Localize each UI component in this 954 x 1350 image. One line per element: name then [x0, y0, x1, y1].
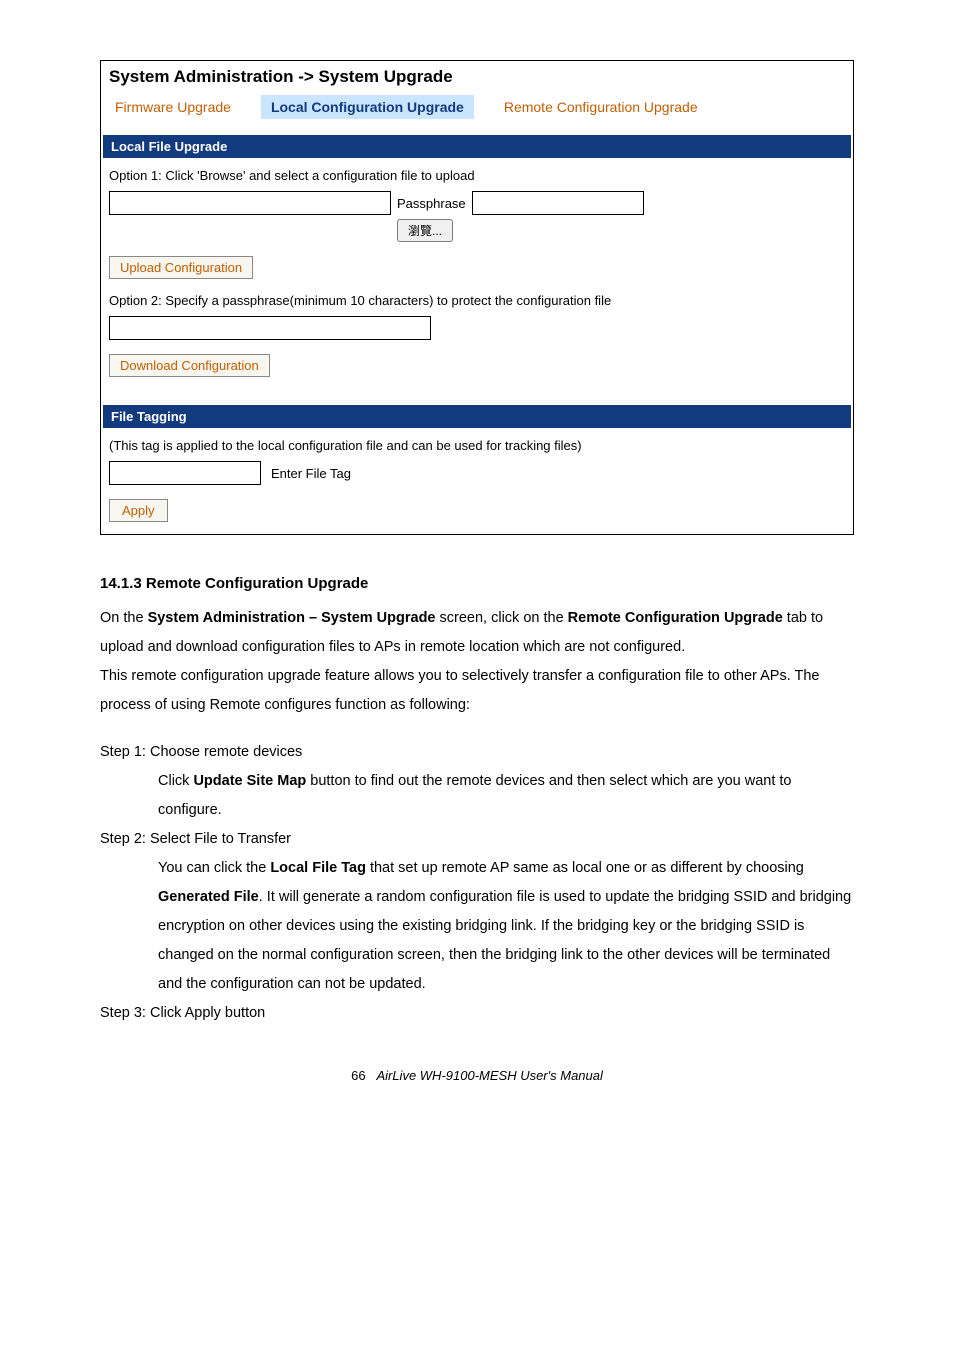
- para-1: On the System Administration – System Up…: [100, 604, 854, 662]
- upload-configuration-button[interactable]: Upload Configuration: [109, 256, 253, 279]
- tab-firmware[interactable]: Firmware Upgrade: [109, 95, 237, 119]
- file-tag-input[interactable]: [109, 461, 261, 485]
- browse-button[interactable]: 瀏覽...: [397, 219, 453, 242]
- system-upgrade-panel: System Administration -> System Upgrade …: [100, 60, 854, 535]
- tabs-row: Firmware Upgrade Local Configuration Upg…: [101, 95, 853, 127]
- passphrase-label: Passphrase: [397, 196, 466, 211]
- download-configuration-button[interactable]: Download Configuration: [109, 354, 270, 377]
- page-number: 66: [351, 1068, 365, 1083]
- tab-local-config[interactable]: Local Configuration Upgrade: [261, 95, 474, 119]
- step3-header: Step 3: Click Apply button: [100, 999, 854, 1028]
- tab-remote-config[interactable]: Remote Configuration Upgrade: [498, 95, 704, 119]
- section-file-tagging-body: (This tag is applied to the local config…: [101, 428, 853, 534]
- para-2: This remote configuration upgrade featur…: [100, 662, 854, 720]
- option2-text: Option 2: Specify a passphrase(minimum 1…: [109, 293, 845, 308]
- section-file-tagging-header: File Tagging: [103, 405, 851, 428]
- section-local-file-upgrade-body: Option 1: Click 'Browse' and select a co…: [101, 158, 853, 389]
- step1-body: Click Update Site Map button to find out…: [100, 767, 854, 825]
- option2-passphrase-input[interactable]: [109, 316, 431, 340]
- step1-header: Step 1: Choose remote devices: [100, 738, 854, 767]
- option1-text: Option 1: Click 'Browse' and select a co…: [109, 168, 845, 183]
- section-heading: 14.1.3 Remote Configuration Upgrade: [100, 575, 854, 592]
- step2-header: Step 2: Select File to Transfer: [100, 825, 854, 854]
- step2-body: You can click the Local File Tag that se…: [100, 854, 854, 999]
- page-footer: 66 AirLive WH-9100-MESH User's Manual: [100, 1068, 854, 1083]
- panel-title: System Administration -> System Upgrade: [101, 61, 853, 95]
- manual-title: AirLive WH-9100-MESH User's Manual: [376, 1068, 602, 1083]
- passphrase-input[interactable]: [472, 191, 644, 215]
- file-tagging-desc: (This tag is applied to the local config…: [109, 438, 845, 453]
- enter-file-tag-label: Enter File Tag: [271, 466, 351, 481]
- apply-button[interactable]: Apply: [109, 499, 168, 522]
- file-path-input[interactable]: [109, 191, 391, 215]
- section-local-file-upgrade-header: Local File Upgrade: [103, 135, 851, 158]
